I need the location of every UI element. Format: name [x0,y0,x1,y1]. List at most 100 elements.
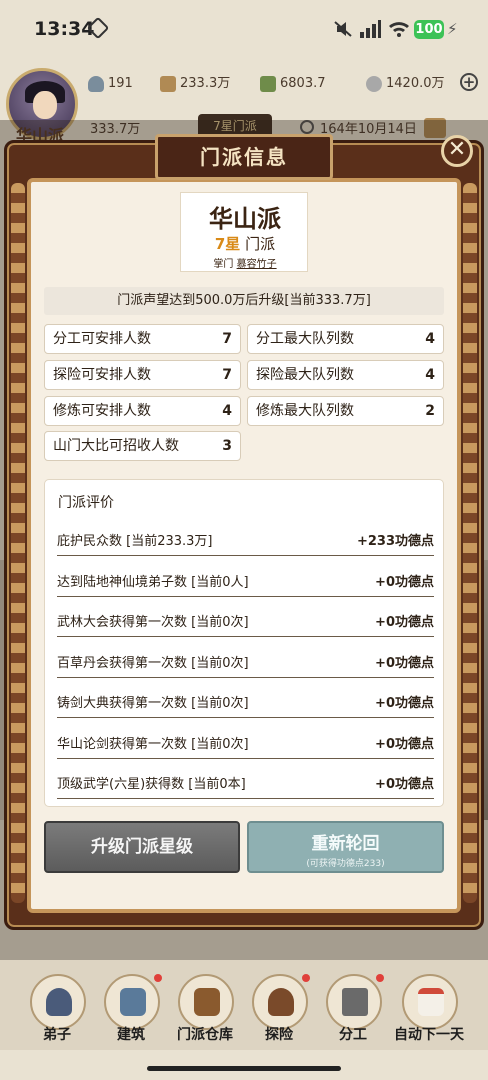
leader-name-link[interactable]: 慕容竹子 [237,259,277,270]
stat-value: 3 [222,438,232,454]
money-resource: 233.3万 [160,72,230,96]
nav-work[interactable]: 分工 [318,974,388,1046]
stat-label: 探险可安排人数 [53,367,151,383]
nav-warehouse[interactable]: 门派仓库 [170,974,240,1046]
nav-disciples[interactable]: 弟子 [22,974,92,1046]
chest-icon [178,974,234,1030]
silver-icon [366,75,382,92]
stat-value: 7 [222,331,232,347]
frame-ornament-right [463,183,477,903]
stat-label: 修炼可安排人数 [53,403,151,419]
mute-icon [334,21,352,37]
sect-leader: 掌门 慕容竹子 [181,255,309,270]
stat-value: 2 [425,403,435,419]
sect-star-number: 7星 [214,235,241,253]
nav-next-day[interactable]: 自动下一天 [394,974,464,1046]
bottom-navigation: 弟子 建筑 门派仓库 探险 分工 自动下一天 [0,960,488,1050]
evaluation-row: 铸剑大典获得第一次数 [当前0次] +0功德点 [57,682,434,718]
battery-indicator: 100 [414,20,444,39]
status-bar: 13:34 100 ⚡ [0,0,488,60]
stat-label: 分工最大队列数 [256,331,354,347]
disciple-icon [30,974,86,1030]
evaluation-label: 顶级武学(六星)获得数 [当前0本] [57,777,246,792]
evaluation-points: +0功德点 [375,575,434,590]
building-icon [104,974,160,1030]
evaluation-label: 达到陆地神仙境弟子数 [当前0人] [57,575,249,590]
silver-resource: 1420.0万 [366,72,445,96]
nav-label: 建筑 [117,1027,145,1043]
population-resource: 191 [88,72,133,96]
nav-label: 门派仓库 [177,1027,233,1043]
evaluation-label: 铸剑大典获得第一次数 [当前0次] [57,696,249,711]
stat-value: 4 [425,331,435,347]
nav-label: 自动下一天 [394,1027,464,1043]
sect-evaluation-panel: 门派评价 庇护民众数 [当前233.3万] +233功德点 达到陆地神仙境弟子数 … [44,479,444,807]
evaluation-title: 门派评价 [58,495,114,511]
coin-icon [160,75,176,92]
evaluation-row: 达到陆地神仙境弟子数 [当前0人] +0功德点 [57,561,434,597]
evaluation-row: 百草丹会获得第一次数 [当前0次] +0功德点 [57,642,434,678]
close-button[interactable]: ✕ [441,135,473,167]
sect-rank: 7星 门派 [181,233,309,254]
explorer-icon [252,974,308,1030]
evaluation-row: 武林大会获得第一次数 [当前0次] +0功德点 [57,601,434,637]
nav-label: 分工 [339,1027,367,1043]
upgrade-requirement: 门派声望达到500.0万后升级[当前333.7万] [44,287,444,315]
signal-icon [360,20,381,38]
evaluation-label: 武林大会获得第一次数 [当前0次] [57,615,249,630]
leader-prefix: 掌门 [213,259,234,270]
evaluation-points: +233功德点 [356,534,434,549]
stat-cultivate-queues: 修炼最大队列数 2 [247,396,444,426]
stat-work-queues: 分工最大队列数 4 [247,324,444,354]
evaluation-row: 华山论剑获得第一次数 [当前0次] +0功德点 [57,723,434,759]
nav-buildings[interactable]: 建筑 [96,974,166,1046]
stat-value: 7 [222,367,232,383]
sect-rank-suffix: 门派 [245,235,276,253]
clock-time: 13:34 [34,18,95,40]
evaluation-points: +0功德点 [375,777,434,792]
frame-ornament-left [11,183,25,903]
notification-dot [376,974,384,982]
rebirth-button[interactable]: 重新轮回 (可获得功德点233) [247,821,444,873]
add-resource-icon[interactable]: + [460,73,478,91]
sect-name: 华山派 [209,204,281,233]
wifi-icon [389,22,409,37]
nav-label: 探险 [265,1027,293,1043]
calendar-icon [402,974,458,1030]
food-resource: 6803.7 [260,72,326,96]
modal-title: 门派信息 [155,134,333,180]
stat-recruit-capacity: 山门大比可招收人数 3 [44,431,241,461]
stat-work-capacity: 分工可安排人数 7 [44,324,241,354]
nav-explore[interactable]: 探险 [244,974,314,1046]
evaluation-row: 顶级武学(六星)获得数 [当前0本] +0功德点 [57,763,434,799]
stat-cultivate-capacity: 修炼可安排人数 4 [44,396,241,426]
avatar-face [33,91,57,119]
notification-dot [302,974,310,982]
evaluation-row: 庇护民众数 [当前233.3万] +233功德点 [57,520,434,556]
evaluation-points: +0功德点 [375,696,434,711]
stat-label: 山门大比可招收人数 [53,438,179,454]
silver-value: 1420.0万 [386,76,445,91]
stat-explore-capacity: 探险可安排人数 7 [44,360,241,390]
rebirth-sublabel: (可获得功德点233) [306,859,385,869]
stat-label: 修炼最大队列数 [256,403,354,419]
stat-explore-queues: 探险最大队列数 4 [247,360,444,390]
stat-value: 4 [222,403,232,419]
notification-dot [154,974,162,982]
population-icon [88,75,104,92]
nav-label: 弟子 [43,1027,71,1043]
evaluation-label: 庇护民众数 [当前233.3万] [57,534,213,549]
home-indicator[interactable] [147,1066,341,1071]
upgrade-star-button[interactable]: 升级门派星级 [44,821,240,873]
stat-value: 4 [425,367,435,383]
evaluation-label: 华山论剑获得第一次数 [当前0次] [57,737,249,752]
sect-card: 华山派 7星 门派 掌门 慕容竹子 [180,192,308,272]
stat-label: 探险最大队列数 [256,367,354,383]
evaluation-label: 百草丹会获得第一次数 [当前0次] [57,656,249,671]
charging-icon: ⚡ [447,20,458,38]
evaluation-points: +0功德点 [375,615,434,630]
hammer-icon [326,974,382,1030]
population-value: 191 [108,76,133,91]
money-value: 233.3万 [180,76,231,91]
rebirth-label: 重新轮回 [311,834,380,854]
